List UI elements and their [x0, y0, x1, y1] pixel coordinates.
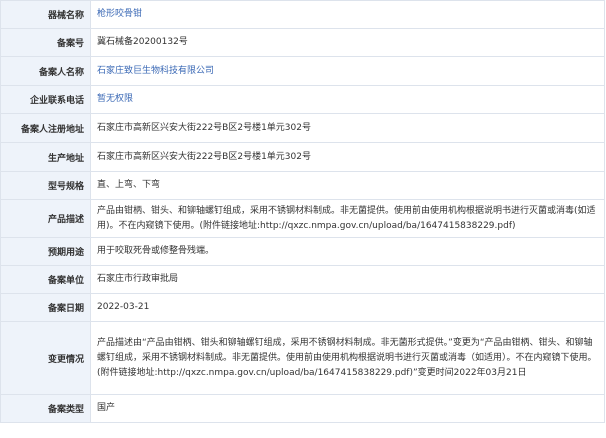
value-filing-date: 2022-03-21 [90, 293, 605, 322]
device-info-table: 器械名称 枪形咬骨钳 备案号 冀石械备20200132号 备案人名称 石家庄致巨… [0, 0, 605, 423]
row-registered-address: 备案人注册地址 石家庄市高新区兴安大街222号B区2号楼1单元302号 [0, 113, 605, 143]
label-model-spec: 型号规格 [0, 171, 91, 200]
value-product-description: 产品由钳柄、钳头、和铆轴螺钉组成，采用不锈钢材料制成。非无菌提供。使用前由使用机… [90, 199, 605, 238]
registrant-name-link[interactable]: 石家庄致巨生物科技有限公司 [97, 66, 214, 76]
label-device-name: 器械名称 [0, 0, 91, 29]
row-filing-date: 备案日期 2022-03-21 [0, 293, 605, 322]
label-contact-phone: 企业联系电话 [0, 85, 91, 114]
row-contact-phone: 企业联系电话 暂无权限 [0, 85, 605, 114]
value-intended-use: 用于咬取死骨或修整骨残端。 [90, 237, 605, 266]
label-registrant-name: 备案人名称 [0, 56, 91, 86]
no-permission-text: 暂无权限 [97, 94, 134, 104]
value-model-spec: 直、上弯、下弯 [90, 171, 605, 200]
row-intended-use: 预期用途 用于咬取死骨或修整骨残端。 [0, 237, 605, 266]
row-filing-type: 备案类型 国产 [0, 394, 605, 423]
label-intended-use: 预期用途 [0, 237, 91, 266]
label-filing-date: 备案日期 [0, 293, 91, 322]
row-device-name: 器械名称 枪形咬骨钳 [0, 0, 605, 29]
row-record-number: 备案号 冀石械备20200132号 [0, 28, 605, 57]
label-registered-address: 备案人注册地址 [0, 113, 91, 143]
row-filing-unit: 备案单位 石家庄市行政审批局 [0, 265, 605, 294]
label-product-description: 产品描述 [0, 199, 91, 238]
value-production-address: 石家庄市高新区兴安大街222号B区2号楼1单元302号 [90, 142, 605, 172]
device-name-link[interactable]: 枪形咬骨钳 [97, 9, 142, 19]
row-change-history: 变更情况 产品描述由“产品由钳柄、钳头和铆轴螺钉组成，采用不锈钢材料制成。非无菌… [0, 321, 605, 395]
value-filing-unit: 石家庄市行政审批局 [90, 265, 605, 294]
value-filing-type: 国产 [90, 394, 605, 423]
label-change-history: 变更情况 [0, 321, 91, 395]
value-change-history: 产品描述由“产品由钳柄、钳头和铆轴螺钉组成，采用不锈钢材料制成。非无菌形式提供。… [90, 321, 605, 395]
label-filing-unit: 备案单位 [0, 265, 91, 294]
row-product-description: 产品描述 产品由钳柄、钳头、和铆轴螺钉组成，采用不锈钢材料制成。非无菌提供。使用… [0, 199, 605, 238]
row-model-spec: 型号规格 直、上弯、下弯 [0, 171, 605, 200]
label-filing-type: 备案类型 [0, 394, 91, 423]
label-record-number: 备案号 [0, 28, 91, 57]
label-production-address: 生产地址 [0, 142, 91, 172]
value-registered-address: 石家庄市高新区兴安大街222号B区2号楼1单元302号 [90, 113, 605, 143]
row-production-address: 生产地址 石家庄市高新区兴安大街222号B区2号楼1单元302号 [0, 142, 605, 172]
row-registrant-name: 备案人名称 石家庄致巨生物科技有限公司 [0, 56, 605, 86]
value-record-number: 冀石械备20200132号 [90, 28, 605, 57]
